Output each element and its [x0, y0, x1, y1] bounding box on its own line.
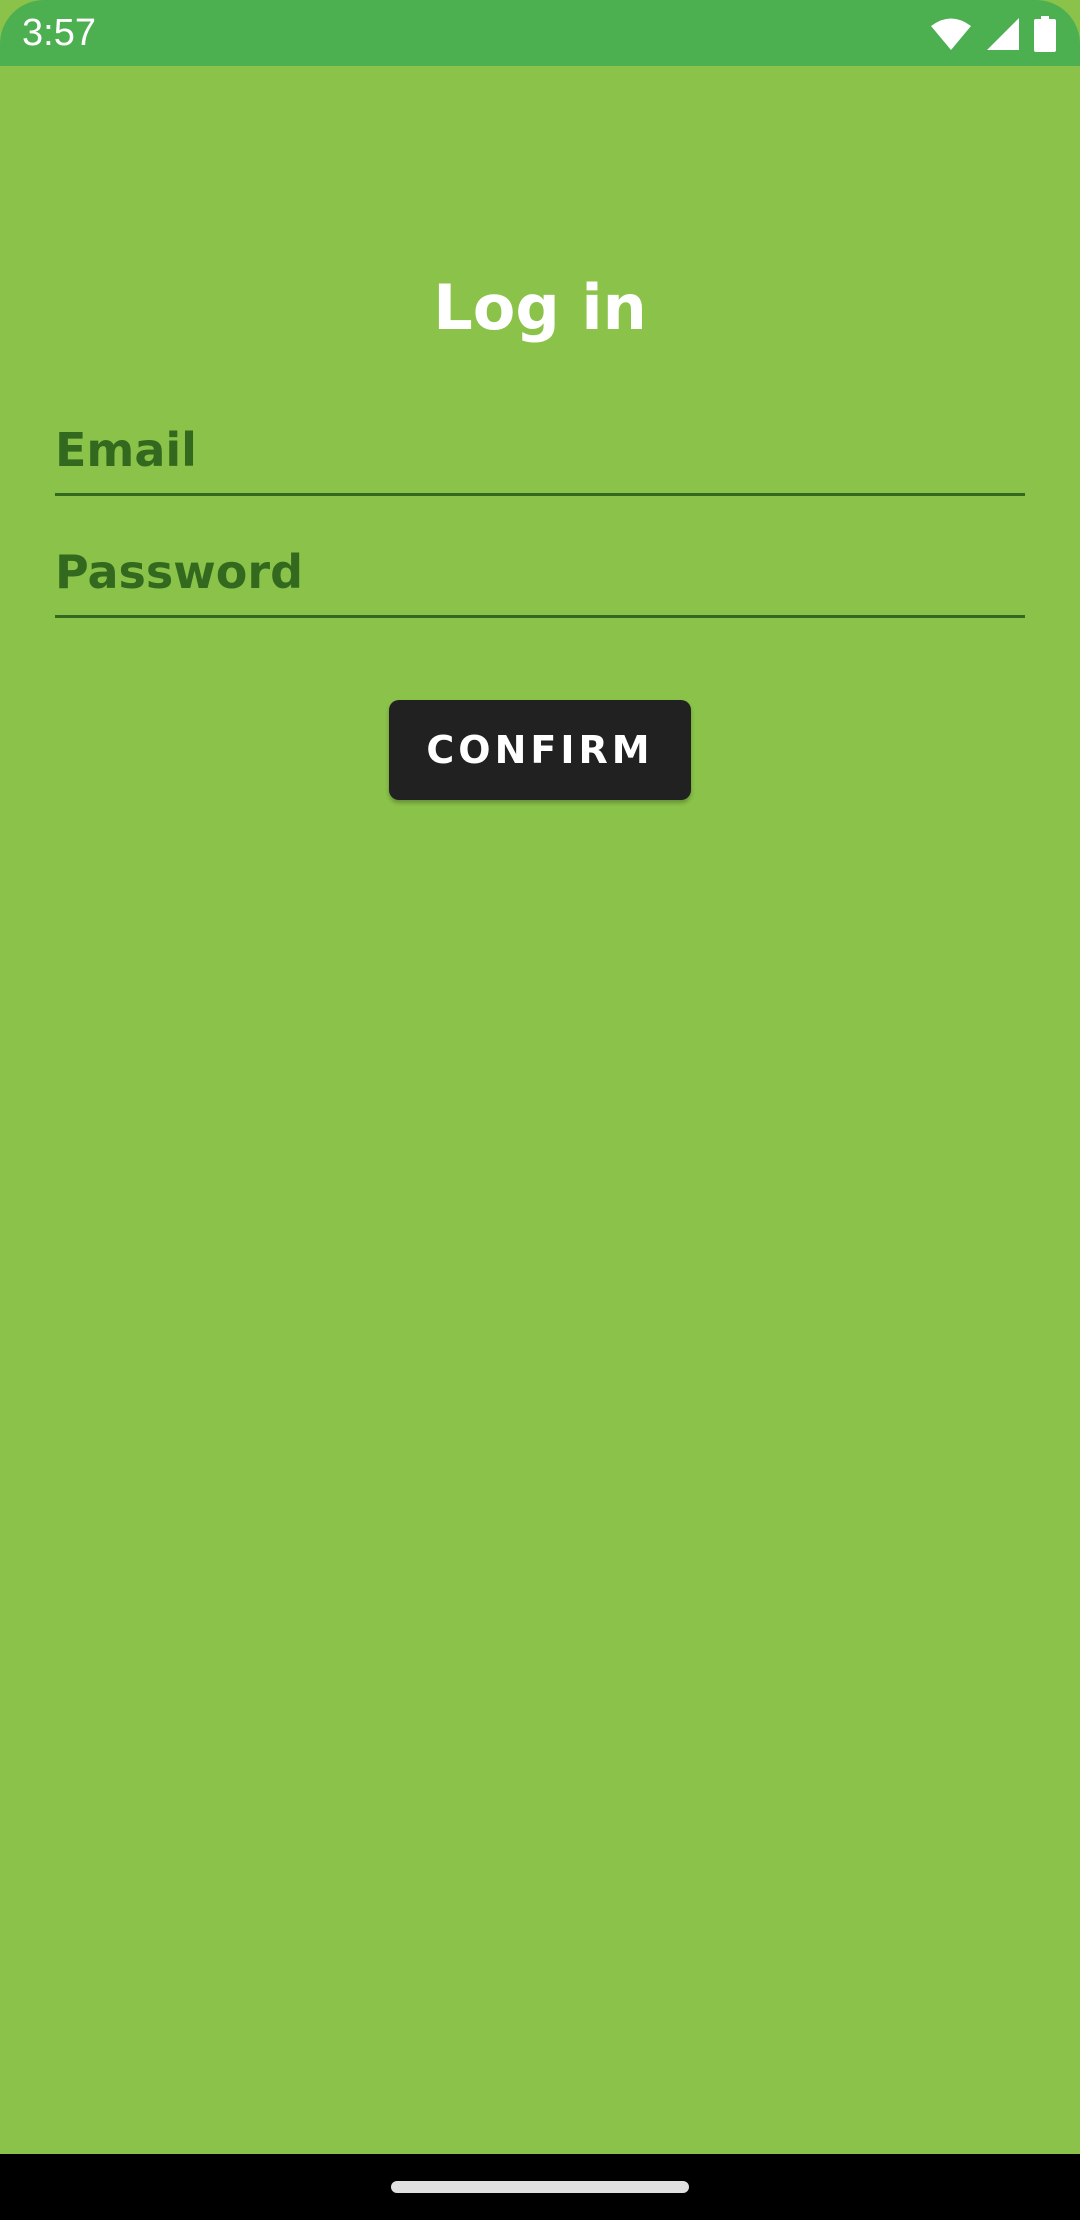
home-indicator[interactable]	[391, 2181, 689, 2193]
navigation-bar	[0, 2154, 1080, 2220]
battery-icon	[1034, 16, 1056, 52]
status-icons	[930, 14, 1056, 54]
page-title: Log in	[433, 271, 647, 344]
wifi-icon	[930, 17, 972, 51]
password-field	[55, 528, 1025, 618]
email-field	[55, 406, 1025, 496]
status-bar: 3:57	[0, 0, 1080, 66]
email-input[interactable]	[55, 415, 1025, 485]
cell-signal-icon	[986, 17, 1020, 51]
login-screen: 3:57 Log in CONFI	[0, 0, 1080, 2220]
status-time: 3:57	[22, 12, 96, 54]
confirm-button[interactable]: CONFIRM	[389, 700, 691, 800]
password-input[interactable]	[55, 537, 1025, 607]
